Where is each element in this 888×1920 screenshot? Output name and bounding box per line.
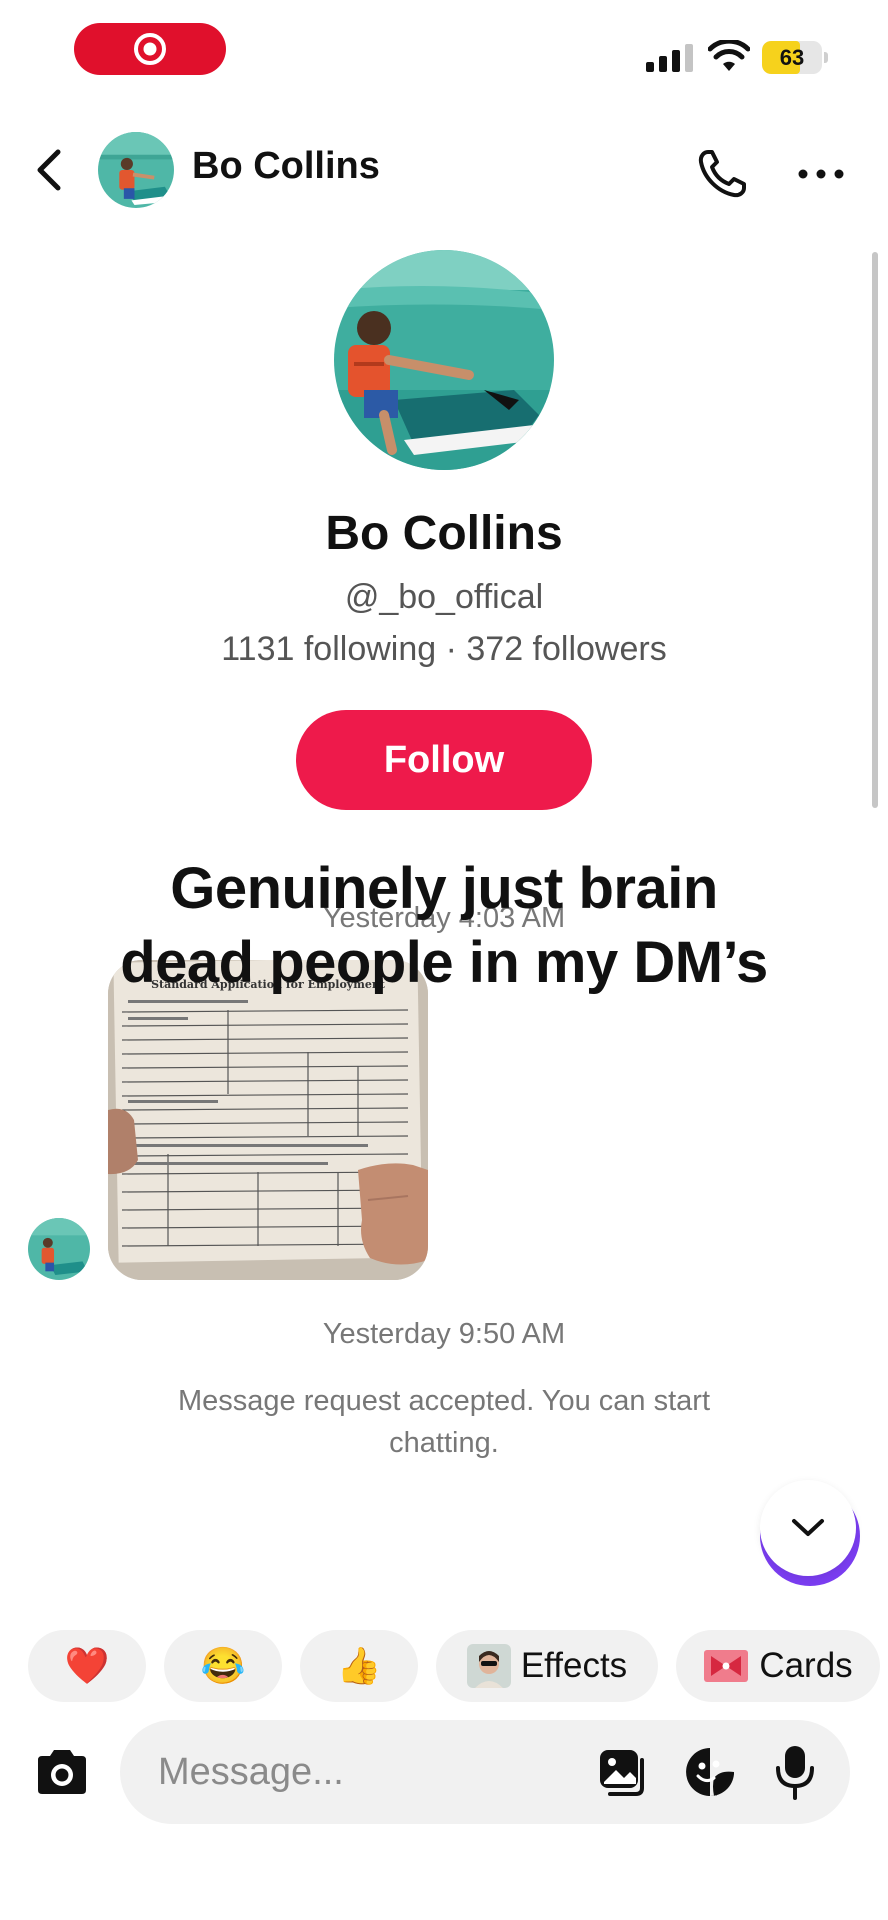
battery-icon: 63 bbox=[762, 41, 828, 74]
employment-application-photo: Standard Application for Employment bbox=[108, 960, 428, 1280]
avatar-image bbox=[98, 132, 174, 208]
status-bar: 63 bbox=[0, 0, 888, 110]
laughing-face-icon: 😂 bbox=[200, 1645, 246, 1686]
phone-icon[interactable] bbox=[694, 146, 750, 202]
heart-icon: ❤️ bbox=[64, 1645, 110, 1686]
gift-card-icon bbox=[704, 1650, 749, 1682]
profile-name: Bo Collins bbox=[325, 507, 563, 560]
effects-button[interactable]: Effects bbox=[436, 1630, 658, 1702]
scroll-to-bottom-button[interactable] bbox=[760, 1480, 860, 1586]
header-avatar[interactable] bbox=[98, 132, 174, 208]
more-icon[interactable] bbox=[796, 162, 846, 186]
quick-reaction-heart[interactable]: ❤️ bbox=[28, 1630, 146, 1702]
message-input[interactable] bbox=[120, 1720, 850, 1824]
header-name[interactable]: Bo Collins bbox=[192, 145, 380, 188]
camera-icon[interactable] bbox=[34, 1748, 90, 1796]
follow-button[interactable]: Follow bbox=[296, 710, 592, 810]
avatar-image bbox=[28, 1218, 90, 1280]
quick-reaction-thumbs-up[interactable]: 👍 bbox=[300, 1630, 418, 1702]
profile-handle: @_bo_offical bbox=[344, 578, 544, 616]
chevron-down-icon bbox=[792, 1519, 824, 1536]
record-icon bbox=[134, 33, 166, 65]
message-timestamp: Yesterday 9:50 AM bbox=[322, 1318, 566, 1350]
photo-message[interactable]: Standard Application for Employment bbox=[108, 960, 428, 1280]
sticker-icon[interactable] bbox=[684, 1746, 736, 1798]
screen-recording-indicator[interactable] bbox=[74, 23, 226, 75]
profile-stats: 1131 following · 372 followers bbox=[221, 630, 667, 668]
quick-reaction-laugh[interactable]: 😂 bbox=[164, 1630, 282, 1702]
profile-avatar[interactable] bbox=[334, 250, 554, 470]
wifi-icon bbox=[708, 40, 750, 71]
overlay-caption: Genuinely just brain dead people in my D… bbox=[120, 856, 768, 995]
profile-photo bbox=[334, 250, 554, 470]
thumbs-up-icon: 👍 bbox=[336, 1645, 382, 1686]
system-message: Message request accepted. You can start … bbox=[177, 1385, 710, 1459]
back-icon[interactable] bbox=[30, 146, 70, 194]
cards-label: Cards bbox=[759, 1646, 853, 1685]
effects-thumbnail-icon bbox=[466, 1644, 511, 1688]
effects-label: Effects bbox=[520, 1646, 628, 1685]
chat-header: Bo Collins bbox=[0, 110, 888, 230]
gallery-icon[interactable] bbox=[598, 1748, 648, 1798]
home-indicator bbox=[300, 1890, 588, 1900]
battery-percent: 63 bbox=[779, 45, 805, 70]
mic-icon[interactable] bbox=[774, 1744, 816, 1800]
sender-avatar[interactable] bbox=[28, 1218, 90, 1280]
signal-icon bbox=[646, 44, 693, 72]
cards-button[interactable]: Cards bbox=[676, 1630, 880, 1702]
